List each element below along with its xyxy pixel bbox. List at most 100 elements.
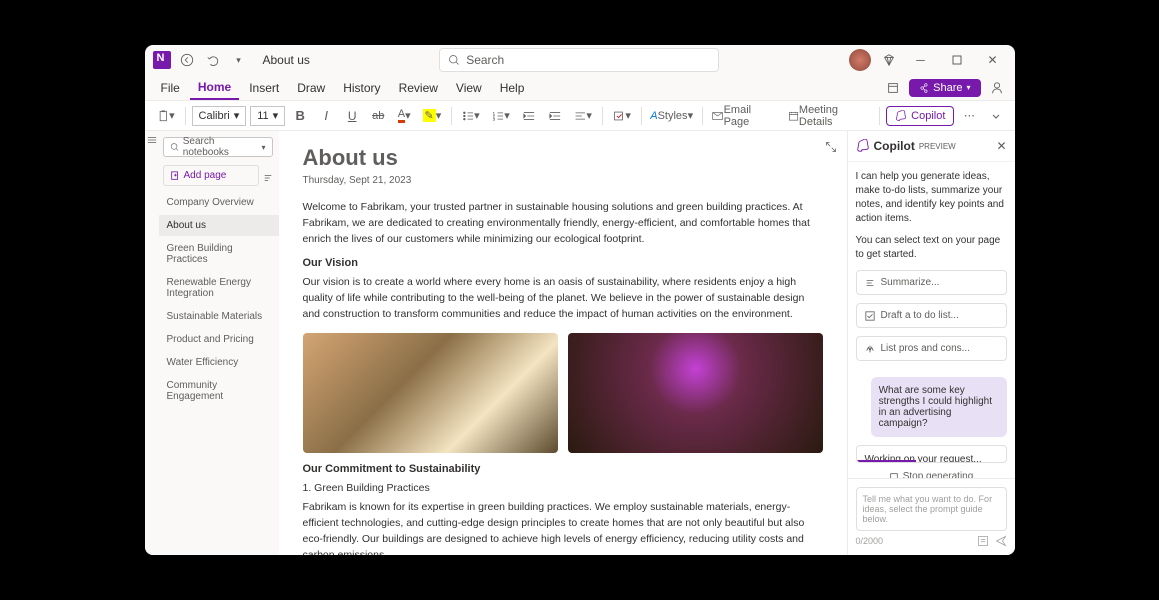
copilot-intro: You can select text on your page to get …: [856, 234, 1007, 262]
numbering-button[interactable]: 123▾: [488, 105, 514, 127]
menu-history[interactable]: History: [335, 77, 388, 99]
content-image[interactable]: [568, 333, 823, 453]
commitment-heading: Our Commitment to Sustainability: [303, 463, 823, 475]
titlebar: ▾ About us Search ─ ✕: [145, 45, 1015, 75]
paste-button[interactable]: ▾: [153, 105, 179, 127]
email-icon: [712, 111, 723, 121]
preview-badge: PREVIEW: [919, 142, 956, 151]
strike-button[interactable]: ab: [367, 105, 389, 127]
expand-button[interactable]: [825, 141, 837, 153]
suggestion-pros-cons[interactable]: List pros and cons...: [856, 336, 1007, 361]
search-notebooks-input[interactable]: Search notebooks ▾: [163, 137, 273, 157]
menu-home[interactable]: Home: [190, 76, 239, 100]
hamburger-icon: [147, 135, 157, 145]
page-item[interactable]: Product and Pricing: [159, 329, 279, 350]
send-button[interactable]: [995, 535, 1007, 547]
hamburger-strip[interactable]: [145, 131, 159, 555]
bullets-button[interactable]: ▾: [458, 105, 484, 127]
diamond-icon[interactable]: [879, 50, 899, 70]
menu-view[interactable]: View: [448, 77, 490, 99]
page-item[interactable]: Water Efficiency: [159, 352, 279, 373]
menu-insert[interactable]: Insert: [241, 77, 287, 99]
page-item[interactable]: Company Overview: [159, 192, 279, 213]
copilot-input[interactable]: Tell me what you want to do. For ideas, …: [856, 487, 1007, 531]
minimize-button[interactable]: ─: [907, 48, 935, 72]
menu-draw[interactable]: Draw: [289, 77, 333, 99]
align-button[interactable]: ▾: [570, 105, 596, 127]
suggestion-todo[interactable]: Draft a to do list...: [856, 303, 1007, 328]
ribbon-chevron[interactable]: [985, 105, 1007, 127]
page-date: Thursday, Sept 21, 2023: [303, 175, 823, 186]
pin-ribbon-button[interactable]: [883, 78, 903, 98]
styles-button[interactable]: AStyles ▾: [648, 105, 696, 127]
scales-icon: [865, 344, 875, 354]
suggestion-summarize[interactable]: Summarize...: [856, 270, 1007, 295]
page-item[interactable]: Sustainable Materials: [159, 306, 279, 327]
italic-button[interactable]: I: [315, 105, 337, 127]
indent-button[interactable]: [544, 105, 566, 127]
commitment-paragraph: Fabrikam is known for its expertise in g…: [303, 500, 823, 555]
maximize-button[interactable]: [943, 48, 971, 72]
page-item[interactable]: Renewable Energy Integration: [159, 272, 279, 304]
highlight-button[interactable]: ✎▾: [419, 105, 444, 127]
close-button[interactable]: ✕: [979, 48, 1007, 72]
menu-help[interactable]: Help: [492, 77, 533, 99]
share-icon: [919, 83, 929, 93]
vision-heading: Our Vision: [303, 257, 823, 269]
tag-button[interactable]: ▾: [609, 105, 635, 127]
working-status: Working on your request...: [856, 445, 1007, 463]
page-title: About us: [303, 145, 823, 171]
prompt-guide-button[interactable]: [977, 535, 989, 547]
copilot-intro: I can help you generate ideas, make to-d…: [856, 170, 1007, 226]
page-item[interactable]: Community Engagement: [159, 375, 279, 407]
bold-button[interactable]: B: [289, 105, 311, 127]
vision-paragraph: Our vision is to create a world where ev…: [303, 275, 823, 322]
search-placeholder: Search: [466, 53, 504, 67]
ribbon: ▾ Calibri ▾ 11 ▾ B I U ab A▾ ✎▾ ▾ 123▾ ▾…: [145, 101, 1015, 131]
copilot-ribbon-button[interactable]: Copilot: [886, 106, 954, 126]
close-pane-button[interactable]: ✕: [996, 139, 1006, 153]
document-title: About us: [263, 53, 310, 67]
summarize-icon: [865, 278, 875, 288]
menu-review[interactable]: Review: [391, 77, 446, 99]
back-button[interactable]: [177, 50, 197, 70]
char-counter: 0/2000: [856, 536, 884, 546]
page-navigation: Search notebooks ▾ Add page Company Over…: [159, 131, 279, 555]
outdent-button[interactable]: [518, 105, 540, 127]
search-icon: [170, 142, 179, 152]
copilot-header: Copilot PREVIEW ✕: [848, 131, 1015, 162]
stop-generating-button[interactable]: Stop generating: [856, 471, 1007, 478]
meeting-details-button[interactable]: Meeting Details: [784, 105, 873, 127]
search-input[interactable]: Search: [439, 48, 719, 72]
copilot-title: Copilot: [874, 139, 915, 153]
copilot-input-area: Tell me what you want to do. For ideas, …: [848, 478, 1015, 555]
overflow-button[interactable]: ⋯: [958, 105, 980, 127]
undo-button[interactable]: [203, 50, 223, 70]
add-page-button[interactable]: Add page: [163, 165, 259, 186]
font-size-select[interactable]: 11 ▾: [250, 106, 285, 126]
share-button[interactable]: Share ▾: [909, 79, 980, 97]
content-image[interactable]: [303, 333, 558, 453]
checkbox-icon: [865, 311, 875, 321]
more-qat-button[interactable]: ▾: [229, 50, 249, 70]
search-icon: [448, 54, 460, 66]
email-page-button[interactable]: Email Page: [708, 105, 779, 127]
onenote-logo: [153, 51, 171, 69]
menu-file[interactable]: File: [153, 77, 188, 99]
page-content[interactable]: About us Thursday, Sept 21, 2023 Welcome…: [279, 131, 847, 555]
page-item[interactable]: About us: [159, 215, 279, 236]
sort-pages-button[interactable]: [263, 173, 273, 183]
user-avatar[interactable]: [849, 49, 871, 71]
page-item[interactable]: Green Building Practices: [159, 238, 279, 270]
commitment-item: 1. Green Building Practices: [303, 481, 823, 497]
app-window: ▾ About us Search ─ ✕ File Home Insert D…: [145, 45, 1015, 555]
user-message: What are some key strengths I could high…: [871, 377, 1007, 437]
add-page-icon: [170, 171, 180, 181]
menubar: File Home Insert Draw History Review Vie…: [145, 75, 1015, 101]
font-family-select[interactable]: Calibri ▾: [192, 106, 247, 126]
intro-paragraph: Welcome to Fabrikam, your trusted partne…: [303, 200, 823, 247]
copilot-pane: Copilot PREVIEW ✕ I can help you generat…: [847, 131, 1015, 555]
font-color-button[interactable]: A▾: [393, 105, 415, 127]
underline-button[interactable]: U: [341, 105, 363, 127]
account-icon[interactable]: [987, 78, 1007, 98]
